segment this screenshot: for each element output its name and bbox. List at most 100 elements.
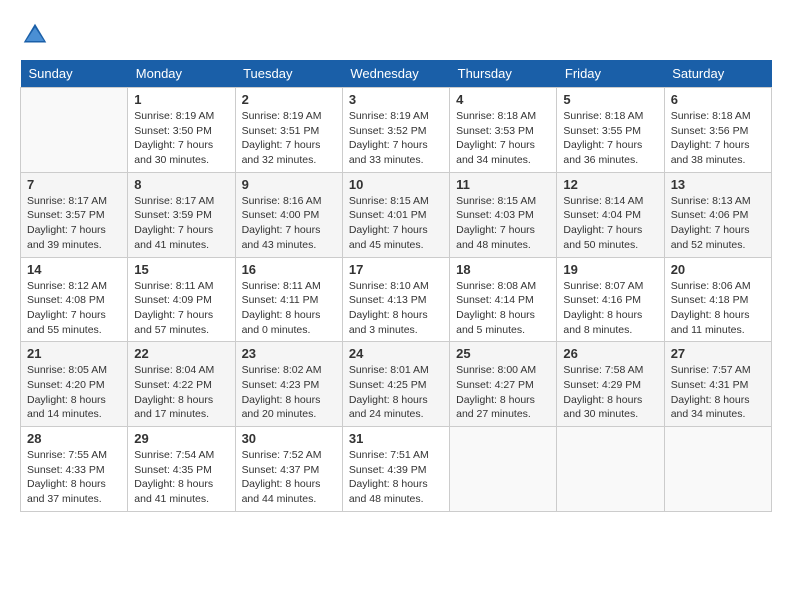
- calendar-cell: 18 Sunrise: 8:08 AMSunset: 4:14 PMDayligh…: [450, 257, 557, 342]
- calendar-cell: 6 Sunrise: 8:18 AMSunset: 3:56 PMDaylight…: [664, 88, 771, 173]
- calendar-cell: [557, 427, 664, 512]
- day-number: 3: [349, 92, 443, 107]
- day-info: Sunrise: 8:13 AMSunset: 4:06 PMDaylight:…: [671, 194, 765, 253]
- day-info: Sunrise: 8:17 AMSunset: 3:57 PMDaylight:…: [27, 194, 121, 253]
- calendar-week-row: 21 Sunrise: 8:05 AMSunset: 4:20 PMDayligh…: [21, 342, 772, 427]
- calendar-cell: 31 Sunrise: 7:51 AMSunset: 4:39 PMDayligh…: [342, 427, 449, 512]
- day-header-monday: Monday: [128, 60, 235, 88]
- calendar-cell: 15Sunrise: 8:11 AMSunset: 4:09 PMDayligh…: [128, 257, 235, 342]
- day-info: Sunrise: 8:19 AMSunset: 3:51 PMDaylight:…: [242, 109, 336, 168]
- day-number: 7: [27, 177, 121, 192]
- day-header-wednesday: Wednesday: [342, 60, 449, 88]
- calendar-cell: 23 Sunrise: 8:02 AMSunset: 4:23 PMDayligh…: [235, 342, 342, 427]
- calendar-cell: 7 Sunrise: 8:17 AMSunset: 3:57 PMDaylight…: [21, 172, 128, 257]
- calendar-week-row: 14Sunrise: 8:12 AMSunset: 4:08 PMDayligh…: [21, 257, 772, 342]
- day-info: Sunrise: 8:18 AMSunset: 3:55 PMDaylight:…: [563, 109, 657, 168]
- page-header: [20, 20, 772, 50]
- calendar-cell: 24Sunrise: 8:01 AMSunset: 4:25 PMDayligh…: [342, 342, 449, 427]
- day-info: Sunrise: 8:02 AMSunset: 4:23 PMDaylight:…: [242, 363, 336, 422]
- day-number: 30: [242, 431, 336, 446]
- day-info: Sunrise: 8:10 AMSunset: 4:13 PMDaylight:…: [349, 279, 443, 338]
- day-number: 27: [671, 346, 765, 361]
- day-number: 13: [671, 177, 765, 192]
- calendar-cell: 22 Sunrise: 8:04 AMSunset: 4:22 PMDayligh…: [128, 342, 235, 427]
- day-info: Sunrise: 8:15 AMSunset: 4:01 PMDaylight:…: [349, 194, 443, 253]
- day-info: Sunrise: 8:19 AMSunset: 3:52 PMDaylight:…: [349, 109, 443, 168]
- calendar-cell: 28Sunrise: 7:55 AMSunset: 4:33 PMDayligh…: [21, 427, 128, 512]
- day-number: 15: [134, 262, 228, 277]
- day-info: Sunrise: 7:54 AMSunset: 4:35 PMDaylight:…: [134, 448, 228, 507]
- calendar-cell: 10 Sunrise: 8:15 AMSunset: 4:01 PMDayligh…: [342, 172, 449, 257]
- day-number: 8: [134, 177, 228, 192]
- day-number: 2: [242, 92, 336, 107]
- day-number: 22: [134, 346, 228, 361]
- calendar-cell: 13 Sunrise: 8:13 AMSunset: 4:06 PMDayligh…: [664, 172, 771, 257]
- day-number: 5: [563, 92, 657, 107]
- day-number: 12: [563, 177, 657, 192]
- calendar-cell: 26 Sunrise: 7:58 AMSunset: 4:29 PMDayligh…: [557, 342, 664, 427]
- day-info: Sunrise: 8:08 AMSunset: 4:14 PMDaylight:…: [456, 279, 550, 338]
- day-info: Sunrise: 8:06 AMSunset: 4:18 PMDaylight:…: [671, 279, 765, 338]
- day-header-sunday: Sunday: [21, 60, 128, 88]
- day-number: 26: [563, 346, 657, 361]
- calendar-cell: 8 Sunrise: 8:17 AMSunset: 3:59 PMDaylight…: [128, 172, 235, 257]
- day-number: 4: [456, 92, 550, 107]
- day-number: 14: [27, 262, 121, 277]
- day-number: 29: [134, 431, 228, 446]
- calendar-cell: [21, 88, 128, 173]
- day-info: Sunrise: 8:17 AMSunset: 3:59 PMDaylight:…: [134, 194, 228, 253]
- day-info: Sunrise: 8:11 AMSunset: 4:11 PMDaylight:…: [242, 279, 336, 338]
- calendar-cell: 17Sunrise: 8:10 AMSunset: 4:13 PMDayligh…: [342, 257, 449, 342]
- day-header-thursday: Thursday: [450, 60, 557, 88]
- calendar-cell: 27 Sunrise: 7:57 AMSunset: 4:31 PMDayligh…: [664, 342, 771, 427]
- calendar-week-row: 7 Sunrise: 8:17 AMSunset: 3:57 PMDaylight…: [21, 172, 772, 257]
- day-info: Sunrise: 8:00 AMSunset: 4:27 PMDaylight:…: [456, 363, 550, 422]
- day-header-saturday: Saturday: [664, 60, 771, 88]
- day-number: 21: [27, 346, 121, 361]
- calendar-cell: 25 Sunrise: 8:00 AMSunset: 4:27 PMDayligh…: [450, 342, 557, 427]
- day-number: 31: [349, 431, 443, 446]
- day-number: 24: [349, 346, 443, 361]
- day-number: 18: [456, 262, 550, 277]
- day-number: 20: [671, 262, 765, 277]
- day-number: 10: [349, 177, 443, 192]
- day-number: 25: [456, 346, 550, 361]
- calendar-cell: 29 Sunrise: 7:54 AMSunset: 4:35 PMDayligh…: [128, 427, 235, 512]
- day-info: Sunrise: 8:18 AMSunset: 3:56 PMDaylight:…: [671, 109, 765, 168]
- day-info: Sunrise: 8:05 AMSunset: 4:20 PMDaylight:…: [27, 363, 121, 422]
- calendar-cell: 12 Sunrise: 8:14 AMSunset: 4:04 PMDayligh…: [557, 172, 664, 257]
- day-info: Sunrise: 8:04 AMSunset: 4:22 PMDaylight:…: [134, 363, 228, 422]
- calendar-cell: 5 Sunrise: 8:18 AMSunset: 3:55 PMDaylight…: [557, 88, 664, 173]
- day-info: Sunrise: 8:19 AMSunset: 3:50 PMDaylight:…: [134, 109, 228, 168]
- day-info: Sunrise: 8:15 AMSunset: 4:03 PMDaylight:…: [456, 194, 550, 253]
- calendar-cell: 2 Sunrise: 8:19 AMSunset: 3:51 PMDaylight…: [235, 88, 342, 173]
- day-info: Sunrise: 7:52 AMSunset: 4:37 PMDaylight:…: [242, 448, 336, 507]
- calendar-cell: 11 Sunrise: 8:15 AMSunset: 4:03 PMDayligh…: [450, 172, 557, 257]
- calendar-header-row: SundayMondayTuesdayWednesdayThursdayFrid…: [21, 60, 772, 88]
- day-info: Sunrise: 7:51 AMSunset: 4:39 PMDaylight:…: [349, 448, 443, 507]
- day-info: Sunrise: 8:07 AMSunset: 4:16 PMDaylight:…: [563, 279, 657, 338]
- calendar-cell: 3 Sunrise: 8:19 AMSunset: 3:52 PMDaylight…: [342, 88, 449, 173]
- calendar-cell: 21 Sunrise: 8:05 AMSunset: 4:20 PMDayligh…: [21, 342, 128, 427]
- day-header-tuesday: Tuesday: [235, 60, 342, 88]
- day-number: 23: [242, 346, 336, 361]
- day-info: Sunrise: 7:55 AMSunset: 4:33 PMDaylight:…: [27, 448, 121, 507]
- logo: [20, 20, 52, 50]
- calendar-cell: 16 Sunrise: 8:11 AMSunset: 4:11 PMDayligh…: [235, 257, 342, 342]
- day-header-friday: Friday: [557, 60, 664, 88]
- day-number: 9: [242, 177, 336, 192]
- calendar-cell: [450, 427, 557, 512]
- day-info: Sunrise: 8:14 AMSunset: 4:04 PMDaylight:…: [563, 194, 657, 253]
- calendar-week-row: 1 Sunrise: 8:19 AMSunset: 3:50 PMDaylight…: [21, 88, 772, 173]
- day-info: Sunrise: 7:57 AMSunset: 4:31 PMDaylight:…: [671, 363, 765, 422]
- day-info: Sunrise: 8:16 AMSunset: 4:00 PMDaylight:…: [242, 194, 336, 253]
- calendar-cell: 30 Sunrise: 7:52 AMSunset: 4:37 PMDayligh…: [235, 427, 342, 512]
- calendar-cell: 19Sunrise: 8:07 AMSunset: 4:16 PMDayligh…: [557, 257, 664, 342]
- day-info: Sunrise: 7:58 AMSunset: 4:29 PMDaylight:…: [563, 363, 657, 422]
- calendar-cell: [664, 427, 771, 512]
- day-number: 6: [671, 92, 765, 107]
- day-number: 16: [242, 262, 336, 277]
- day-number: 1: [134, 92, 228, 107]
- logo-icon: [20, 20, 50, 50]
- day-number: 11: [456, 177, 550, 192]
